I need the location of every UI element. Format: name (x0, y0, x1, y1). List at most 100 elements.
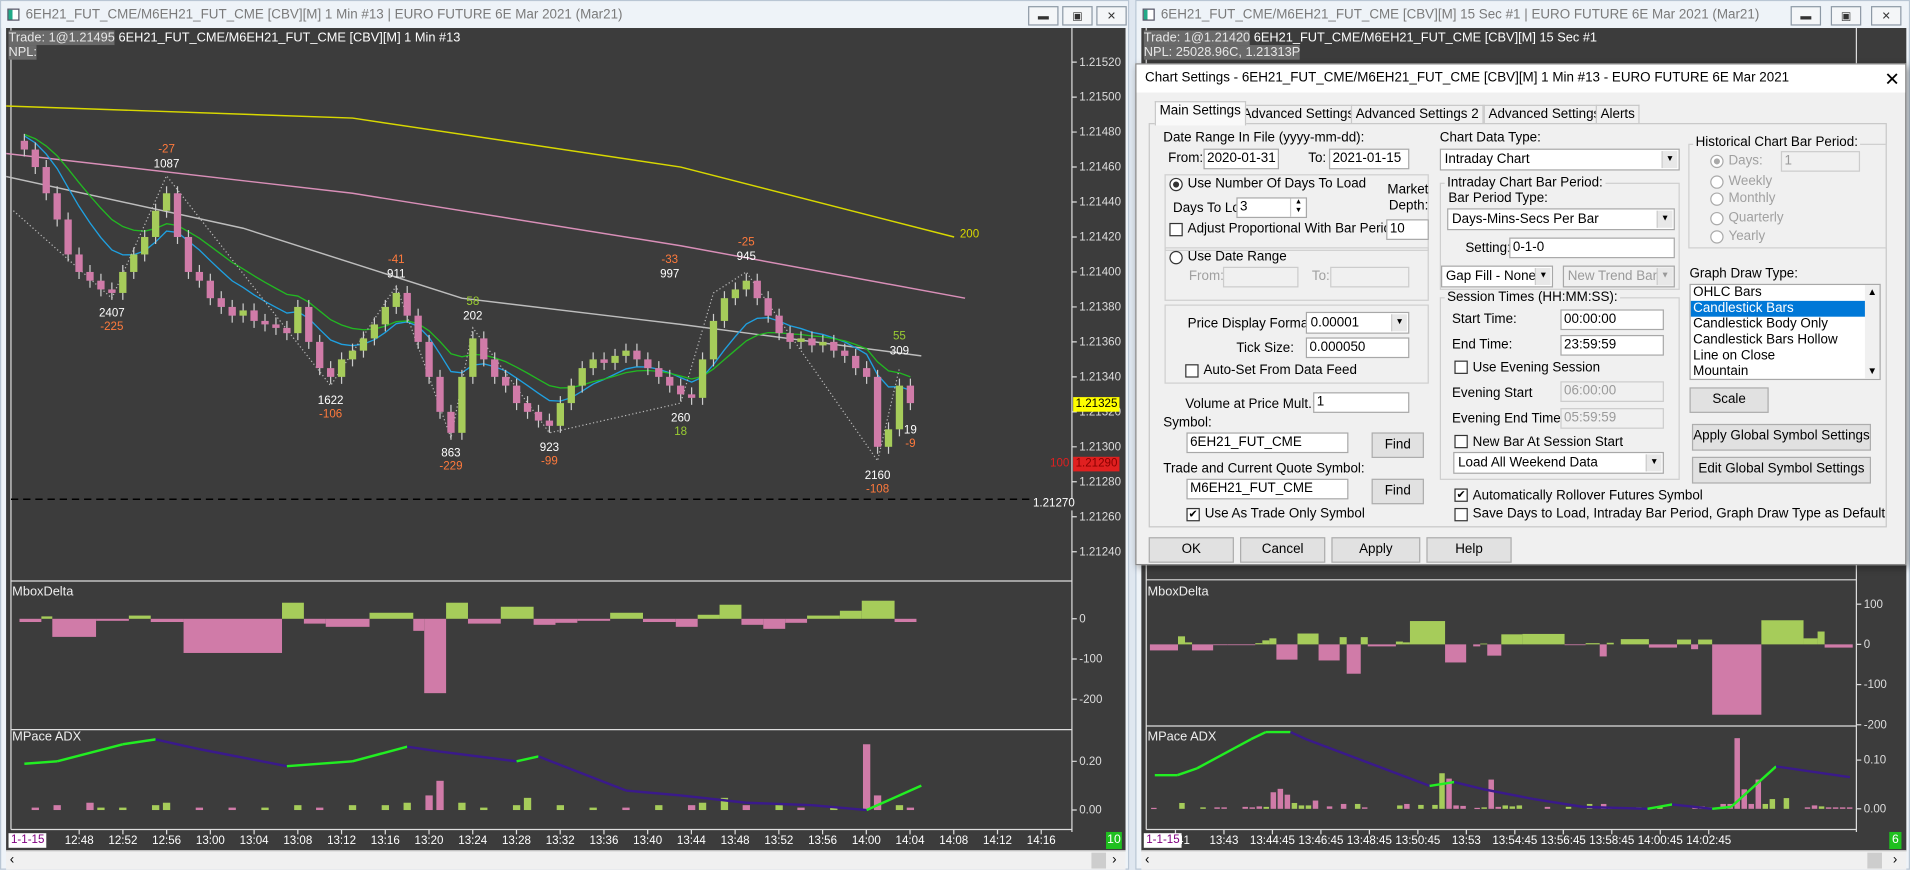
edit-global-settings-button[interactable]: Edit Global Symbol Settings (1691, 456, 1872, 484)
swing-delta-label: -9 (905, 438, 915, 450)
adx-line-segment (1533, 797, 1584, 809)
evening-start-input[interactable]: 06:00:00 (1560, 381, 1664, 402)
delta-bar (1339, 637, 1347, 645)
gap-fill-select[interactable]: Gap Fill - None ▼ (1441, 265, 1554, 288)
candle-body (589, 359, 597, 369)
tab-main-settings[interactable]: Main Settings (1154, 101, 1246, 126)
auto-set-checkbox[interactable] (1185, 364, 1199, 378)
weekend-data-select[interactable]: Load All Weekend Data ▼ (1453, 451, 1664, 474)
scroll-left-icon[interactable]: ‹ (1145, 853, 1149, 868)
price-format-select[interactable]: 0.00001 ▼ (1305, 311, 1410, 334)
symbol-input[interactable]: 6EH21_FUT_CME (1186, 432, 1349, 454)
new-bar-session-checkbox[interactable] (1454, 434, 1468, 449)
tab-advanced-settings-2[interactable]: Advanced Settings 2 (1350, 104, 1484, 125)
dialog-close-icon[interactable]: ✕ (1884, 68, 1899, 90)
bar-period-type-value: Days-Mins-Secs Per Bar (1451, 211, 1599, 227)
apply-global-settings-button[interactable]: Apply Global Symbol Settings (1691, 423, 1872, 451)
minimize-button[interactable]: ▬ (1790, 6, 1822, 26)
help-button[interactable]: Help (1426, 537, 1512, 563)
delta-bar (1761, 620, 1804, 645)
scroll-right-icon[interactable]: › (1112, 853, 1116, 868)
close-button[interactable]: ✕ (1871, 6, 1902, 26)
list-item-candlestick-hollow[interactable]: Candlestick Bars Hollow (1691, 333, 1880, 349)
bar-period-type-select[interactable]: Days-Mins-Secs Per Bar ▼ (1447, 208, 1675, 231)
list-item-line-on-close[interactable]: Line on Close (1691, 348, 1880, 364)
end-time-input[interactable]: 23:59:59 (1560, 334, 1664, 356)
left-chart-area[interactable]: 1.21520 1.21500 1.21480 1.21460 1.21440 1.214… (6, 28, 1126, 852)
left-chart-canvas[interactable]: 1.21520 1.21500 1.21480 1.21460 1.21440 1.214… (6, 28, 1125, 851)
candle-body (359, 338, 368, 351)
close-button[interactable]: ✕ (1096, 6, 1127, 26)
delta-bar (128, 615, 151, 619)
delta-bar (1677, 639, 1692, 645)
use-days-radio[interactable] (1169, 177, 1183, 192)
chart-data-type-select[interactable]: Intraday Chart ▼ (1439, 148, 1680, 171)
trade-only-checkbox[interactable]: ✔ (1186, 507, 1200, 522)
delta-bar (183, 618, 283, 653)
candle-body (534, 411, 543, 421)
hist-days-input[interactable]: 1 (1780, 151, 1861, 172)
price-format-label: Price Display Format: (1187, 316, 1316, 332)
candle-body (753, 280, 761, 299)
cancel-button[interactable]: Cancel (1240, 537, 1326, 563)
left-window-titlebar[interactable]: 6EH21_FUT_CME/M6EH21_FUT_CME [CBV][M] 1 … (1, 1, 1128, 29)
vap-mult-input[interactable]: 1 (1313, 392, 1410, 413)
list-item-candlestick-selected[interactable]: Candlestick Bars (1690, 300, 1880, 317)
trade-symbol-input[interactable]: M6EH21_FUT_CME (1186, 478, 1349, 500)
scroll-thumb[interactable] (1867, 852, 1882, 869)
hist-days-radio[interactable] (1710, 154, 1724, 169)
maximize-button[interactable]: ▣ (1830, 6, 1862, 26)
graph-draw-type-list[interactable]: OHLC Bars Candlestick Bars Candlestick B… (1689, 283, 1881, 381)
adx-bar (1762, 803, 1769, 809)
rollover-checkbox[interactable]: ✔ (1454, 488, 1468, 502)
dialog-titlebar[interactable]: Chart Settings - 6EH21_FUT_CME/M6EH21_FU… (1136, 64, 1906, 93)
tab-advanced-settings[interactable]: Advanced Settings (1237, 104, 1360, 125)
days-spinner[interactable]: ▲ ▼ (1289, 198, 1306, 217)
list-item-ohlc[interactable]: OHLC Bars (1691, 285, 1880, 301)
use-date-range-radio[interactable] (1169, 250, 1183, 265)
scale-button[interactable]: Scale (1689, 387, 1769, 413)
adjust-proportional-checkbox[interactable] (1169, 222, 1183, 237)
delta-bar (533, 618, 556, 625)
swing-volume-label: 863 (441, 447, 460, 459)
tab-alerts[interactable]: Alerts (1595, 104, 1640, 125)
price-axis-label: 1.21340 (1079, 372, 1121, 384)
scroll-thumb[interactable] (1091, 852, 1107, 869)
candle-body (895, 385, 904, 430)
apply-button[interactable]: Apply (1331, 537, 1421, 563)
evening-end-input[interactable]: 05:59:59 (1560, 408, 1664, 429)
date-range-to-input[interactable] (1330, 266, 1410, 288)
price-format-value: 0.00001 (1310, 315, 1360, 331)
market-depth-input[interactable]: 10 (1386, 219, 1429, 240)
delta-bar (741, 618, 764, 625)
date-range-from-input[interactable] (1222, 266, 1299, 288)
left-horizontal-scrollbar[interactable]: ‹ › (6, 850, 1126, 870)
maximize-button[interactable]: ▣ (1062, 6, 1093, 26)
hist-monthly-radio[interactable] (1710, 192, 1724, 206)
price-axis-label: 1.21480 (1079, 127, 1121, 139)
ok-button[interactable]: OK (1148, 537, 1234, 563)
trade-symbol-find-button[interactable]: Find (1371, 478, 1424, 505)
adx-bar (1270, 792, 1277, 809)
list-item-candlestick-body[interactable]: Candlestick Body Only (1691, 317, 1880, 333)
list-item-mountain[interactable]: Mountain (1691, 364, 1880, 379)
start-time-input[interactable]: 00:00:00 (1560, 309, 1664, 331)
scroll-left-icon[interactable]: ‹ (10, 853, 14, 868)
from-date-input[interactable]: 2020-01-31 (1203, 148, 1280, 170)
to-date-input[interactable]: 2021-01-15 (1328, 148, 1410, 170)
hist-yearly-radio[interactable] (1710, 230, 1724, 244)
adx-bar (906, 807, 915, 811)
new-trend-bar-select[interactable]: New Trend Bar V ▼ (1562, 265, 1675, 288)
hist-quarterly-radio[interactable] (1710, 211, 1724, 226)
tick-size-input[interactable]: 0.000050 (1305, 337, 1410, 359)
save-default-checkbox[interactable] (1454, 507, 1468, 522)
evening-session-checkbox[interactable] (1454, 360, 1468, 374)
adx-bar (1481, 807, 1487, 809)
minimize-button[interactable]: ▬ (1028, 6, 1059, 26)
hist-weekly-radio[interactable] (1710, 175, 1724, 189)
right-horizontal-scrollbar[interactable]: ‹ › (1141, 850, 1907, 870)
list-scrollbar[interactable]: ▲ ▼ (1864, 285, 1880, 379)
setting-input[interactable]: 0-1-0 (1509, 237, 1675, 259)
symbol-find-button[interactable]: Find (1371, 432, 1424, 459)
scroll-right-icon[interactable]: › (1893, 853, 1897, 868)
